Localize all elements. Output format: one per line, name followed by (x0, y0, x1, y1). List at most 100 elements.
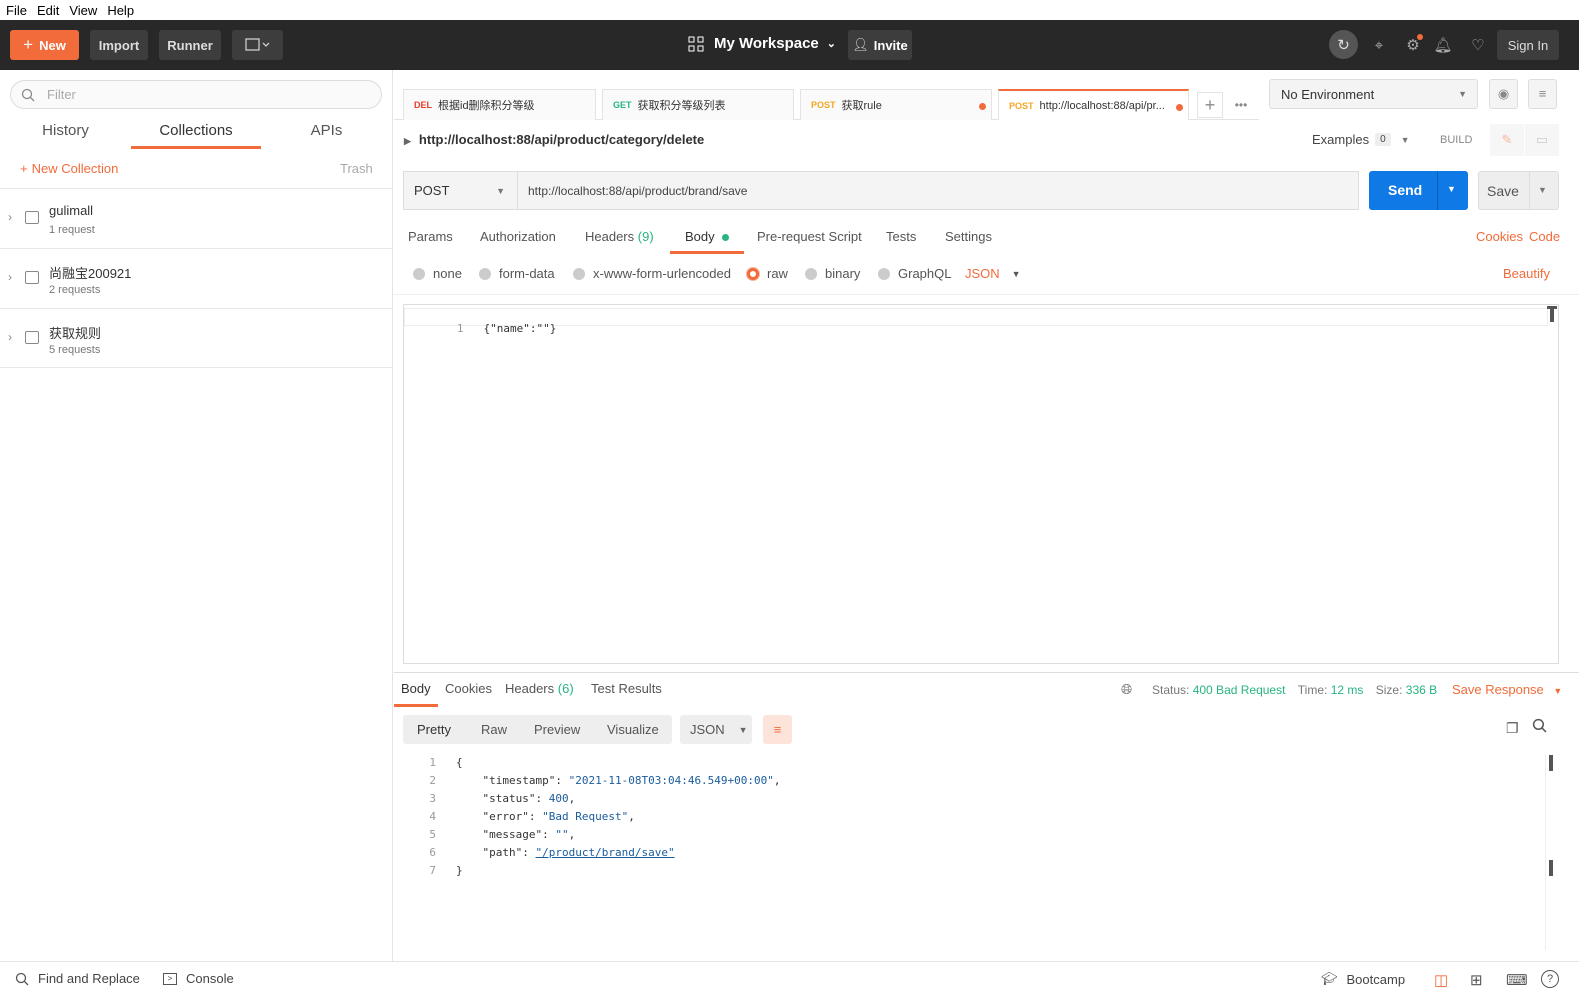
view-raw[interactable]: Raw (481, 722, 507, 737)
heart-icon[interactable]: ♡ (1466, 33, 1490, 57)
caret-down-icon[interactable]: ▼ (1538, 185, 1547, 195)
body-option-raw[interactable]: raw (747, 266, 788, 281)
add-tab-button[interactable]: + (1197, 92, 1223, 118)
console-label: Console (186, 971, 234, 986)
keyboard-shortcuts-icon[interactable]: ⌨︎ (1506, 971, 1528, 989)
status-value[interactable]: 400 Bad Request (1193, 683, 1286, 697)
url-input[interactable]: http://localhost:88/api/product/brand/sa… (518, 171, 1359, 210)
method-select[interactable]: POST ▼ (403, 171, 518, 210)
editor-scrollbar[interactable] (1547, 306, 1557, 322)
notification-dot (1417, 34, 1423, 40)
search-icon[interactable] (1532, 718, 1547, 736)
save-response-button[interactable]: Save Response ▼ (1452, 682, 1562, 697)
body-option-form-data[interactable]: form-data (479, 266, 555, 281)
beautify-link[interactable]: Beautify (1503, 266, 1550, 281)
two-pane-view-icon[interactable]: ◫ (1434, 971, 1448, 989)
body-editor[interactable]: 1 {"name":""} (403, 304, 1559, 664)
gear-icon[interactable]: ⚙ (1401, 33, 1425, 57)
body-option-urlencoded[interactable]: x-www-form-urlencoded (573, 266, 731, 281)
chevron-down-icon: ⌄ (826, 38, 836, 50)
filter-input[interactable]: Filter (10, 80, 382, 109)
view-preview[interactable]: Preview (534, 722, 580, 737)
body-format-select[interactable]: JSON ▼ (965, 266, 1021, 281)
chevron-right-icon[interactable]: › (8, 210, 12, 224)
response-tab-body[interactable]: Body (394, 681, 438, 707)
tab-prerequest-script[interactable]: Pre-request Script (757, 229, 862, 244)
collection-item[interactable]: › 获取规则 5 requests (0, 308, 392, 368)
menu-edit[interactable]: Edit (37, 3, 59, 18)
new-collection-button[interactable]: + New Collection (20, 161, 118, 176)
size-value[interactable]: 336 B (1406, 683, 1437, 697)
json-link-value[interactable]: "/product/brand/save" (536, 846, 675, 859)
request-tab[interactable]: DEL 根据id删除积分等级 (403, 89, 596, 120)
menu-help[interactable]: Help (107, 3, 134, 18)
response-tab-test-results[interactable]: Test Results (591, 681, 662, 696)
sync-icon[interactable]: ↻ (1329, 30, 1358, 59)
status-dot (722, 234, 730, 241)
more-tabs-icon[interactable]: ••• (1228, 92, 1254, 118)
request-breadcrumb[interactable]: ▶ http://localhost:88/api/product/categor… (404, 132, 704, 147)
time-value[interactable]: 12 ms (1331, 683, 1364, 697)
response-scrollbar[interactable] (1545, 755, 1555, 950)
response-tab-headers[interactable]: Headers (6) (505, 681, 574, 696)
cookies-link[interactable]: Cookies (1476, 229, 1523, 244)
response-format-select[interactable]: JSON ▼ (680, 715, 752, 744)
request-tab-active[interactable]: POST http://localhost:88/api/pr... (998, 89, 1189, 120)
tab-settings[interactable]: Settings (945, 229, 992, 244)
request-tab-bar: DEL 根据id删除积分等级 GET 获取积分等级列表 POST 获取rule … (394, 70, 1259, 120)
bootcamp-button[interactable]: 🎓︎ Bootcamp (1321, 971, 1405, 987)
menu-file[interactable]: File (6, 3, 27, 18)
trash-link[interactable]: Trash (340, 161, 373, 176)
tab-headers[interactable]: Headers (9) (585, 229, 654, 244)
tab-collections[interactable]: Collections (131, 122, 261, 149)
chevron-right-icon[interactable]: › (8, 270, 12, 284)
browse-view-icon[interactable]: ⊞ (1470, 971, 1483, 989)
view-pretty[interactable]: Pretty (417, 722, 451, 737)
find-replace-button[interactable]: Find and Replace (15, 971, 140, 986)
comment-icon[interactable]: ▭ (1525, 124, 1559, 156)
import-button[interactable]: Import (90, 30, 148, 60)
eye-icon[interactable]: ◉ (1489, 79, 1518, 109)
tab-body[interactable]: Body (670, 229, 745, 254)
examples-dropdown[interactable]: Examples 0 ▼ (1312, 132, 1410, 147)
help-icon[interactable]: ? (1541, 970, 1559, 988)
satellite-icon[interactable]: ⌖ (1367, 33, 1391, 57)
tab-apis[interactable]: APIs (261, 122, 392, 149)
tab-tests[interactable]: Tests (886, 229, 916, 244)
sliders-icon[interactable]: ≡ (1528, 79, 1557, 109)
copy-icon[interactable]: ❐ (1506, 720, 1519, 737)
body-option-binary[interactable]: binary (805, 266, 860, 281)
request-tab[interactable]: POST 获取rule (800, 89, 992, 120)
tab-params[interactable]: Params (408, 229, 453, 244)
console-button[interactable]: > Console (163, 971, 234, 986)
sign-in-button[interactable]: Sign In (1497, 30, 1559, 60)
response-tab-cookies[interactable]: Cookies (445, 681, 492, 696)
new-button[interactable]: + New (10, 30, 79, 60)
build-mode-button[interactable]: BUILD (1440, 134, 1472, 146)
view-visualize[interactable]: Visualize (607, 722, 659, 737)
save-button[interactable]: Save ▼ (1478, 171, 1559, 210)
caret-down-icon[interactable]: ▼ (1447, 184, 1456, 194)
request-tab[interactable]: GET 获取积分等级列表 (602, 89, 794, 120)
chevron-right-icon[interactable]: › (8, 330, 12, 344)
edit-icon[interactable]: ✎ (1490, 124, 1524, 156)
body-option-none[interactable]: none (413, 266, 462, 281)
body-option-graphql[interactable]: GraphQL (878, 266, 951, 281)
collection-item[interactable]: › gulimall 1 request (0, 188, 392, 248)
invite-button[interactable]: 👤︎ Invite (848, 30, 912, 60)
wrap-lines-icon[interactable]: ≡ (763, 715, 792, 744)
workspace-selector[interactable]: My Workspace ⌄ (688, 35, 836, 52)
collection-name: 尚融宝200921 (49, 266, 132, 281)
method-badge: POST (811, 100, 836, 110)
send-button[interactable]: Send ▼ (1369, 171, 1468, 210)
tab-history[interactable]: History (0, 122, 131, 149)
menu-view[interactable]: View (69, 3, 97, 18)
runner-button[interactable]: Runner (159, 30, 221, 60)
tab-authorization[interactable]: Authorization (480, 229, 556, 244)
globe-icon[interactable]: 🌐︎ (1121, 681, 1132, 698)
environment-select[interactable]: No Environment ▼ (1269, 79, 1478, 109)
collection-item[interactable]: › 尚融宝200921 2 requests (0, 248, 392, 308)
bell-icon[interactable]: 🔔︎ (1431, 33, 1455, 57)
new-window-button[interactable] (232, 30, 283, 60)
code-link[interactable]: Code (1529, 229, 1560, 244)
